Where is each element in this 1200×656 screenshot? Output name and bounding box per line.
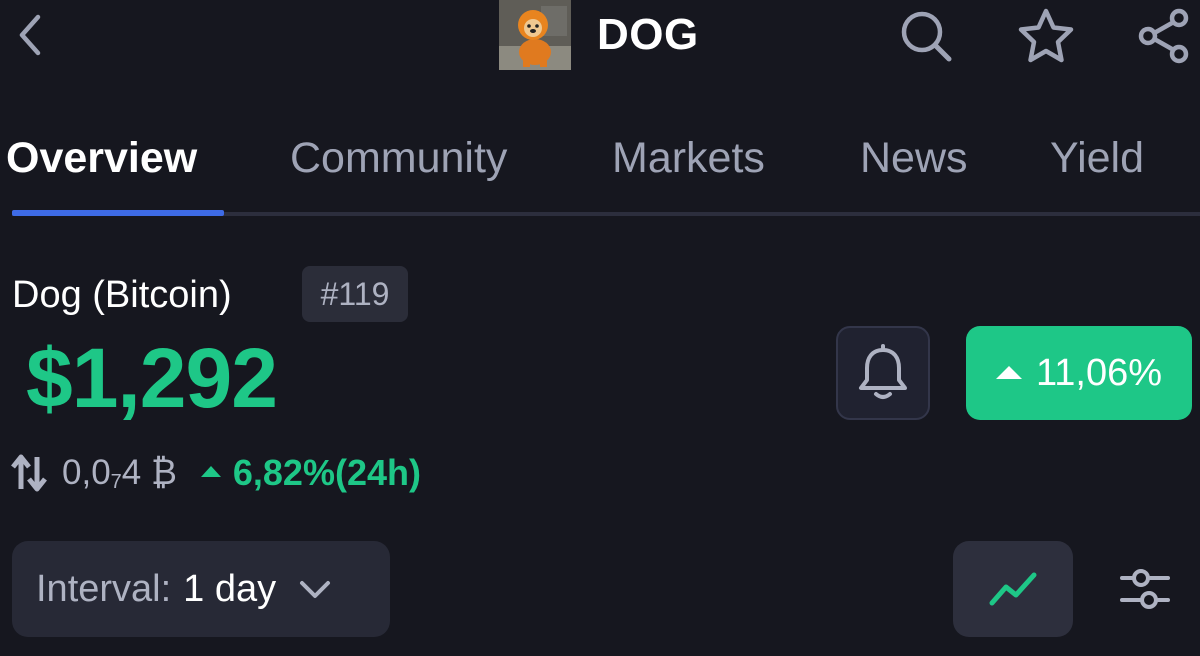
up-triangle-icon	[200, 465, 221, 477]
btc-price-value: 0,074 ₿	[62, 453, 177, 494]
favorite-button[interactable]	[1016, 6, 1076, 66]
tab-yield[interactable]: Yield	[1050, 134, 1144, 183]
rank-badge: #119	[302, 266, 408, 322]
price-change-badge[interactable]: 11,06%	[966, 326, 1192, 420]
interval-label: Interval:	[36, 567, 172, 610]
sliders-icon	[1120, 569, 1170, 609]
chart-type-button[interactable]	[953, 541, 1073, 637]
star-icon	[1018, 8, 1074, 63]
active-tab-indicator	[12, 210, 224, 216]
chart-settings-button[interactable]	[1110, 552, 1180, 626]
btc-price-main: 0,0	[62, 452, 111, 492]
up-triangle-icon	[995, 365, 1022, 379]
share-icon	[1138, 8, 1189, 64]
bell-icon	[859, 344, 907, 399]
btc-price-row: 0,074 ₿ 6,82%(24h)	[10, 450, 421, 496]
btc-price-zero-count: 7	[110, 470, 122, 493]
coin-name: Dog (Bitcoin)	[12, 274, 232, 316]
back-button[interactable]	[10, 12, 50, 58]
btc-price-end: 4 ₿	[121, 452, 177, 492]
change-24h: 6,82%(24h)	[232, 452, 421, 493]
search-button[interactable]	[896, 6, 956, 66]
line-chart-icon	[989, 572, 1037, 606]
tab-markets[interactable]: Markets	[612, 134, 765, 183]
swap-arrows-icon	[11, 454, 47, 492]
search-icon	[901, 11, 952, 62]
price-alert-button[interactable]	[836, 326, 930, 420]
interval-dropdown[interactable]: Interval: 1 day	[12, 541, 390, 637]
tab-community[interactable]: Community	[290, 134, 507, 183]
coin-header: DOG	[499, 0, 699, 70]
page-title: DOG	[597, 10, 699, 59]
tab-news[interactable]: News	[860, 134, 968, 183]
coin-price: $1,292	[26, 331, 278, 425]
coin-avatar	[499, 0, 571, 70]
tab-bar: Overview Community Markets News Yield	[0, 128, 1200, 218]
share-button[interactable]	[1134, 6, 1194, 66]
price-change-value: 11,06%	[1035, 351, 1163, 394]
chevron-down-icon	[300, 581, 331, 598]
back-chevron-icon	[19, 14, 41, 56]
interval-value: 1 day	[183, 567, 277, 610]
tab-overview[interactable]: Overview	[6, 134, 197, 183]
